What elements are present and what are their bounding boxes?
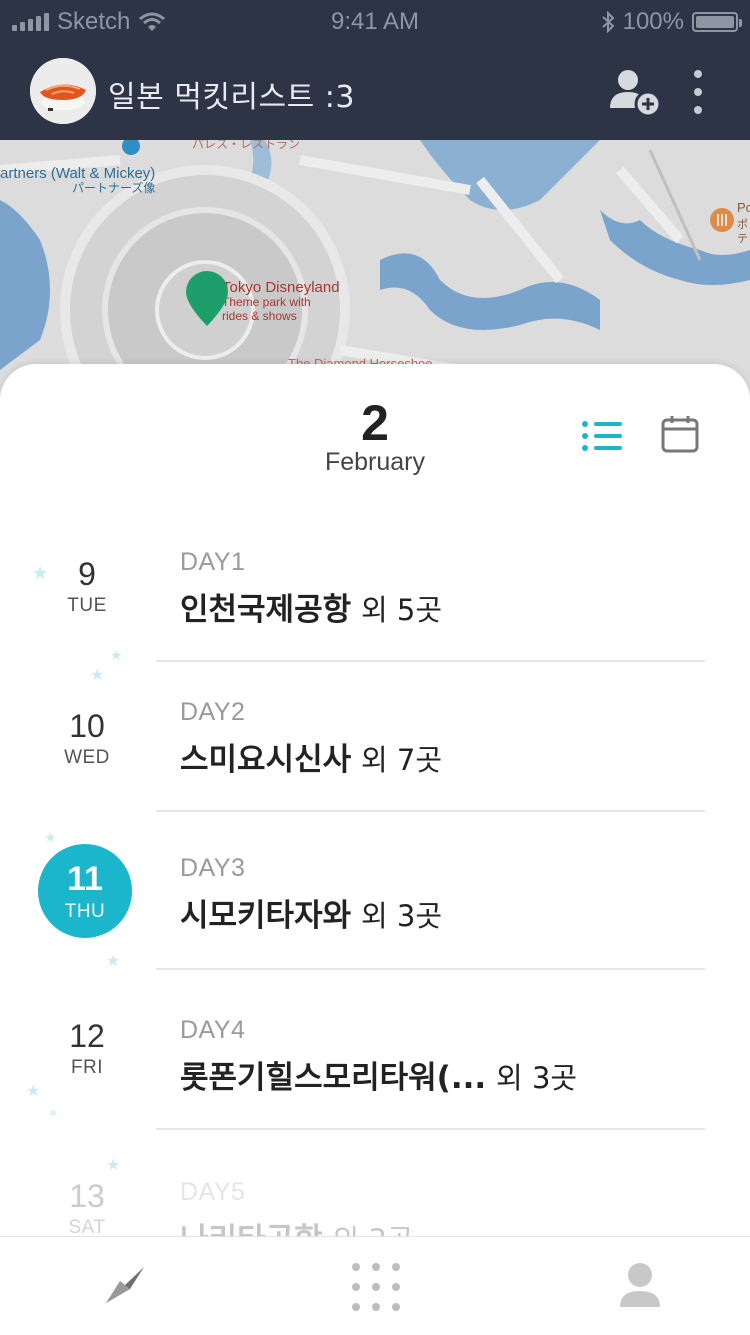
add-user-icon[interactable] <box>608 68 664 118</box>
day-row[interactable]: 10 WED DAY2 스미요시신사 외 7곳 <box>0 694 750 844</box>
map-view[interactable]: artners (Walt & Mickey) パートナーズ像 パレス・レストラ… <box>0 140 750 400</box>
day-weekday: WED <box>64 747 110 768</box>
day-weekday: TUE <box>67 595 107 616</box>
app-header: 일본 먹킷리스트 :3 <box>0 44 750 140</box>
day-place: 나리타공항 외 3곳 <box>180 1214 414 1236</box>
day-place: 인천국제공항 외 5곳 <box>180 592 443 628</box>
day-label: DAY4 <box>180 1016 246 1044</box>
bluetooth-icon <box>601 11 615 33</box>
map-label-partners: artners (Walt & Mickey) <box>0 165 155 182</box>
day-label: DAY5 <box>180 1178 246 1206</box>
month-name: February <box>324 448 426 476</box>
divider <box>156 810 705 812</box>
calendar-view-icon[interactable] <box>660 414 700 454</box>
map-label-right-2: ポ <box>737 218 748 231</box>
map-label-right-3: テ <box>737 232 748 245</box>
profile-icon[interactable] <box>618 1261 662 1311</box>
map-poi-title: Tokyo Disneyland <box>222 279 340 296</box>
more-vertical-icon[interactable] <box>688 70 708 114</box>
day-date: 10 <box>69 708 105 744</box>
day-row-selected[interactable]: 11 THU DAY3 시모키타자와 외 3곳 <box>0 844 750 994</box>
list-title: 일본 먹킷리스트 :3 <box>108 80 355 115</box>
day-date: 11 <box>67 860 103 898</box>
grid-dots-icon[interactable] <box>350 1261 402 1313</box>
day-row[interactable]: 9 TUE DAY1 인천국제공항 외 5곳 <box>0 544 750 694</box>
map-poi-subtitle-2: rides & shows <box>222 309 297 323</box>
list-view-icon[interactable] <box>580 416 624 456</box>
divider <box>156 1128 705 1130</box>
day-date: 12 <box>69 1018 105 1054</box>
month-number: 2 <box>361 395 389 451</box>
map-label-palace: パレス・レストラン <box>192 140 300 151</box>
map-label-right-1: Po <box>737 200 750 215</box>
day-date: 13 <box>69 1178 105 1214</box>
day-date: 9 <box>78 556 96 592</box>
battery-percent: 100% <box>622 8 684 35</box>
day-weekday: SAT <box>68 1217 106 1236</box>
status-bar: Sketch 9:41 AM 100% <box>0 0 750 44</box>
day-place: 롯폰기힐스모리타워(... 외 3곳 <box>180 1060 578 1096</box>
day-place: 스미요시신사 외 7곳 <box>180 742 443 778</box>
day-weekday: FRI <box>70 1057 104 1078</box>
day-label: DAY3 <box>180 854 246 882</box>
battery-icon <box>692 12 742 32</box>
day-weekday: THU <box>64 901 106 922</box>
compass-icon[interactable] <box>100 1263 150 1309</box>
map-poi-subtitle-1: Theme park with <box>222 295 311 309</box>
day-label: DAY2 <box>180 698 246 726</box>
divider <box>156 968 705 970</box>
day-row[interactable]: 12 FRI DAY4 롯폰기힐스모리타워(... 외 3곳 <box>0 1004 750 1154</box>
sushi-avatar-icon[interactable] <box>30 58 96 124</box>
bottom-nav <box>0 1236 750 1335</box>
day-label: DAY1 <box>180 548 246 576</box>
day-place: 시모키타자와 외 3곳 <box>180 898 443 934</box>
selected-date-badge: 11 THU <box>38 844 132 938</box>
itinerary-sheet: 2 February ★ ★ ★ ★ ★ ★ ★ 9 TUE DAY1 인천국제… <box>0 364 750 1236</box>
divider <box>156 660 705 662</box>
day-row[interactable]: 13 SAT DAY5 나리타공항 외 3곳 <box>0 1170 750 1236</box>
map-label-partners-jp: パートナーズ像 <box>72 180 155 195</box>
